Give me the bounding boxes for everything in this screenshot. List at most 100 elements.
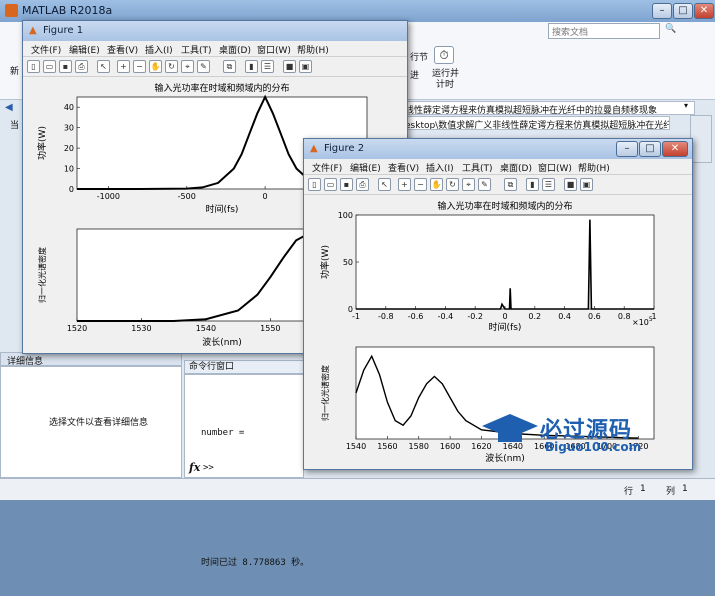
search-icon[interactable]: 🔍 (665, 24, 676, 34)
figure-2-minimize-button[interactable]: – (616, 141, 638, 157)
menu-edit[interactable]: 编辑(E) (350, 161, 381, 174)
x-tick-label: 0 (502, 312, 507, 321)
print-icon[interactable]: ⎙ (356, 178, 369, 191)
command-window[interactable]: number = 241 时间已过 8.778863 秒。 fx >> (184, 374, 309, 568)
edit-plot-arrow-icon[interactable]: ↖ (378, 178, 391, 191)
open-file-icon[interactable]: ▭ (43, 60, 56, 73)
brush-icon[interactable]: ✎ (478, 178, 491, 191)
current-folder-path[interactable]: 线性薛定谔方程来仿真模拟超短脉冲在光纤中的拉曼自频移现象 (400, 101, 695, 115)
minimize-button[interactable]: – (652, 3, 672, 19)
rotate-icon[interactable]: ↻ (446, 178, 459, 191)
zoom-in-icon[interactable]: + (398, 178, 411, 191)
new-figure-icon[interactable]: ▯ (308, 178, 321, 191)
open-file-icon[interactable]: ▭ (324, 178, 337, 191)
figure-2-close-button[interactable]: ✕ (662, 141, 688, 157)
x-tick-label: 1540 (196, 324, 216, 333)
y-tick-label: 10 (64, 165, 74, 174)
new-figure-icon[interactable]: ▯ (27, 60, 40, 73)
bottom-ylabel: 归一化光谱密度 (37, 247, 47, 303)
legend-icon[interactable]: ☰ (542, 178, 555, 191)
menu-insert[interactable]: 插入(I) (145, 43, 173, 56)
menu-help[interactable]: 帮助(H) (297, 43, 329, 56)
x-tick-label: 1530 (131, 324, 151, 333)
col-value: 1 (682, 484, 688, 494)
x-tick-label: -1000 (97, 192, 120, 201)
chevron-down-icon[interactable]: ▾ (684, 101, 688, 110)
x-tick-label: 0 (263, 192, 268, 201)
brush-icon[interactable]: ✎ (197, 60, 210, 73)
save-icon[interactable]: ▪ (59, 60, 72, 73)
link-plot-icon[interactable]: ⧉ (223, 60, 236, 73)
figure-1-title-bar[interactable]: ▲ Figure 1 (23, 21, 407, 41)
menu-help[interactable]: 帮助(H) (578, 161, 610, 174)
figure-icon: ▲ (29, 25, 37, 36)
col-label: 列 (666, 487, 676, 497)
zoom-out-icon[interactable]: − (414, 178, 427, 191)
link-plot-icon[interactable]: ⧉ (504, 178, 517, 191)
x-tick-label: 1600 (440, 442, 460, 451)
top-axes-box (355, 214, 655, 310)
print-icon[interactable]: ⎙ (75, 60, 88, 73)
menu-file[interactable]: 文件(F) (312, 161, 342, 174)
maximize-button[interactable]: □ (673, 3, 693, 19)
row-value: 1 (640, 484, 646, 494)
bottom-xlabel: 波长(nm) (202, 336, 242, 348)
run-and-time-icon[interactable]: ⏱ (434, 46, 454, 64)
save-icon[interactable]: ▪ (340, 178, 353, 191)
show-plot-tools-icon[interactable]: ▣ (580, 178, 593, 191)
legend-icon[interactable]: ☰ (261, 60, 274, 73)
x-tick-label: -500 (178, 192, 196, 201)
x-tick-label: -0.8 (378, 312, 394, 321)
fx-icon[interactable]: fx (189, 461, 200, 474)
menu-tools[interactable]: 工具(T) (181, 43, 212, 56)
zoom-in-icon[interactable]: + (117, 60, 130, 73)
hide-plot-tools-icon[interactable]: ■ (564, 178, 577, 191)
side-panel-label: 当 (10, 121, 20, 131)
menu-desktop[interactable]: 桌面(D) (219, 43, 251, 56)
menu-view[interactable]: 查看(V) (107, 43, 138, 56)
pan-icon[interactable]: ✋ (149, 60, 162, 73)
figure-1-menubar: 文件(F) 编辑(E) 查看(V) 插入(I) 工具(T) 桌面(D) 窗口(W… (23, 41, 407, 57)
menu-view[interactable]: 查看(V) (388, 161, 419, 174)
search-documentation-input[interactable]: 搜索文档 (548, 23, 660, 39)
menu-file[interactable]: 文件(F) (31, 43, 61, 56)
y-tick-label: 100 (338, 211, 353, 220)
plot-title: 输入光功率在时域和频域内的分布 (154, 82, 289, 94)
zoom-out-icon[interactable]: − (133, 60, 146, 73)
x-tick-label: 0.2 (528, 312, 541, 321)
run-and-time-label-2[interactable]: 计时 (436, 77, 454, 90)
rotate-icon[interactable]: ↻ (165, 60, 178, 73)
data-cursor-icon[interactable]: ⌖ (181, 60, 194, 73)
menu-desktop[interactable]: 桌面(D) (500, 161, 532, 174)
hide-plot-tools-icon[interactable]: ■ (283, 60, 296, 73)
pan-icon[interactable]: ✋ (430, 178, 443, 191)
bottom-ylabel: 归一化光谱密度 (320, 365, 330, 421)
editor-file-path[interactable]: esktop\数值求解广义非线性薛定谔方程来仿真模拟超短脉冲在光纤... (400, 116, 670, 130)
command-prompt[interactable]: >> (203, 463, 214, 473)
colorbar-icon[interactable]: ▮ (245, 60, 258, 73)
figure-2-title-bar[interactable]: ▲ Figure 2 – □ ✕ (304, 139, 692, 159)
menu-insert[interactable]: 插入(I) (426, 161, 454, 174)
x-exponent-label: ×105 (632, 316, 653, 327)
y-tick-label: 0 (69, 185, 74, 194)
command-window-header: 命令行窗口 (184, 360, 304, 374)
back-arrow-icon[interactable]: ◀ (5, 102, 13, 113)
main-title-bar: MATLAB R2018a – □ ✕ (0, 0, 715, 22)
menu-window[interactable]: 窗口(W) (257, 43, 291, 56)
menu-window[interactable]: 窗口(W) (538, 161, 572, 174)
right-panel-collapse[interactable] (690, 115, 712, 163)
menu-tools[interactable]: 工具(T) (462, 161, 493, 174)
data-cursor-icon[interactable]: ⌖ (462, 178, 475, 191)
toolstrip-partial-label: 新 (10, 67, 20, 77)
edit-plot-arrow-icon[interactable]: ↖ (97, 60, 110, 73)
colorbar-icon[interactable]: ▮ (526, 178, 539, 191)
x-tick-label: 1540 (346, 442, 366, 451)
top-ylabel: 功率(W) (36, 126, 48, 160)
figure-2-maximize-button[interactable]: □ (639, 141, 661, 157)
show-plot-tools-icon[interactable]: ▣ (299, 60, 312, 73)
close-button[interactable]: ✕ (694, 3, 714, 19)
x-tick-label: -1 (352, 312, 360, 321)
figure-1-title: Figure 1 (43, 25, 84, 36)
watermark-url: Biguo100.com (545, 440, 642, 454)
menu-edit[interactable]: 编辑(E) (69, 43, 100, 56)
